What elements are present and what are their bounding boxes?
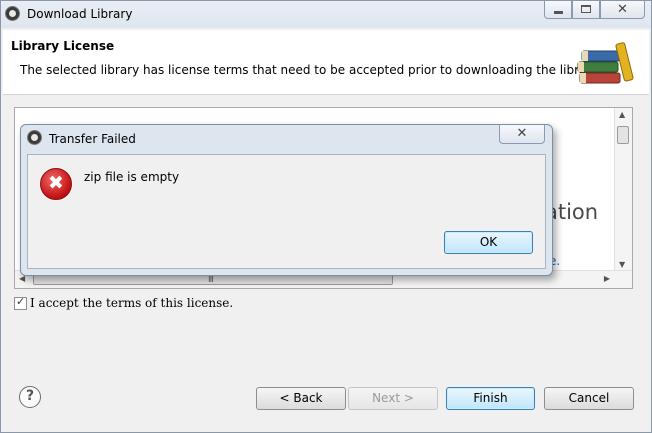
- eclipse-icon: [27, 130, 42, 145]
- page-description: The selected library has license terms t…: [20, 63, 601, 77]
- minimize-button[interactable]: [544, 1, 572, 19]
- maximize-icon: [581, 5, 591, 13]
- error-message: zip file is empty: [84, 170, 180, 184]
- scroll-up-icon[interactable]: ▲: [619, 110, 625, 119]
- close-button[interactable]: ✕: [600, 1, 645, 19]
- scroll-grip-icon: III: [208, 275, 214, 285]
- window-titlebar[interactable]: Download Library ✕: [1, 1, 651, 28]
- accept-terms-checkbox[interactable]: [14, 295, 27, 310]
- vertical-scrollbar[interactable]: ▲ ▼: [614, 108, 632, 271]
- accept-terms-row[interactable]: I accept the terms of this license.: [14, 295, 233, 310]
- dialog-title: Transfer Failed: [49, 132, 136, 146]
- accept-terms-label[interactable]: I accept the terms of this license.: [30, 296, 233, 310]
- ok-button[interactable]: OK: [444, 231, 533, 254]
- page-title: Library License: [11, 39, 115, 53]
- back-button[interactable]: < Back: [256, 387, 346, 410]
- vertical-scroll-thumb[interactable]: [617, 126, 629, 144]
- scroll-right-icon[interactable]: ▶: [604, 274, 610, 283]
- window-title: Download Library: [27, 7, 133, 21]
- finish-button[interactable]: Finish: [446, 387, 535, 410]
- transfer-failed-dialog: Transfer Failed ✕ ✖ zip file is empty OK: [20, 124, 553, 276]
- next-button[interactable]: Next >: [348, 387, 438, 410]
- close-icon: ✕: [617, 2, 628, 17]
- maximize-button[interactable]: [572, 1, 600, 19]
- error-icon: ✖: [40, 168, 72, 200]
- eclipse-icon: [5, 6, 20, 21]
- dialog-close-button[interactable]: ✕: [499, 125, 545, 144]
- cancel-button[interactable]: Cancel: [544, 387, 634, 410]
- help-icon[interactable]: ?: [19, 386, 41, 408]
- books-icon: [577, 42, 634, 84]
- minimize-icon: [554, 11, 563, 14]
- scroll-down-icon[interactable]: ▼: [619, 260, 625, 269]
- wizard-header: Library License The selected library has…: [3, 30, 649, 95]
- dialog-body: ✖ zip file is empty OK: [27, 154, 546, 269]
